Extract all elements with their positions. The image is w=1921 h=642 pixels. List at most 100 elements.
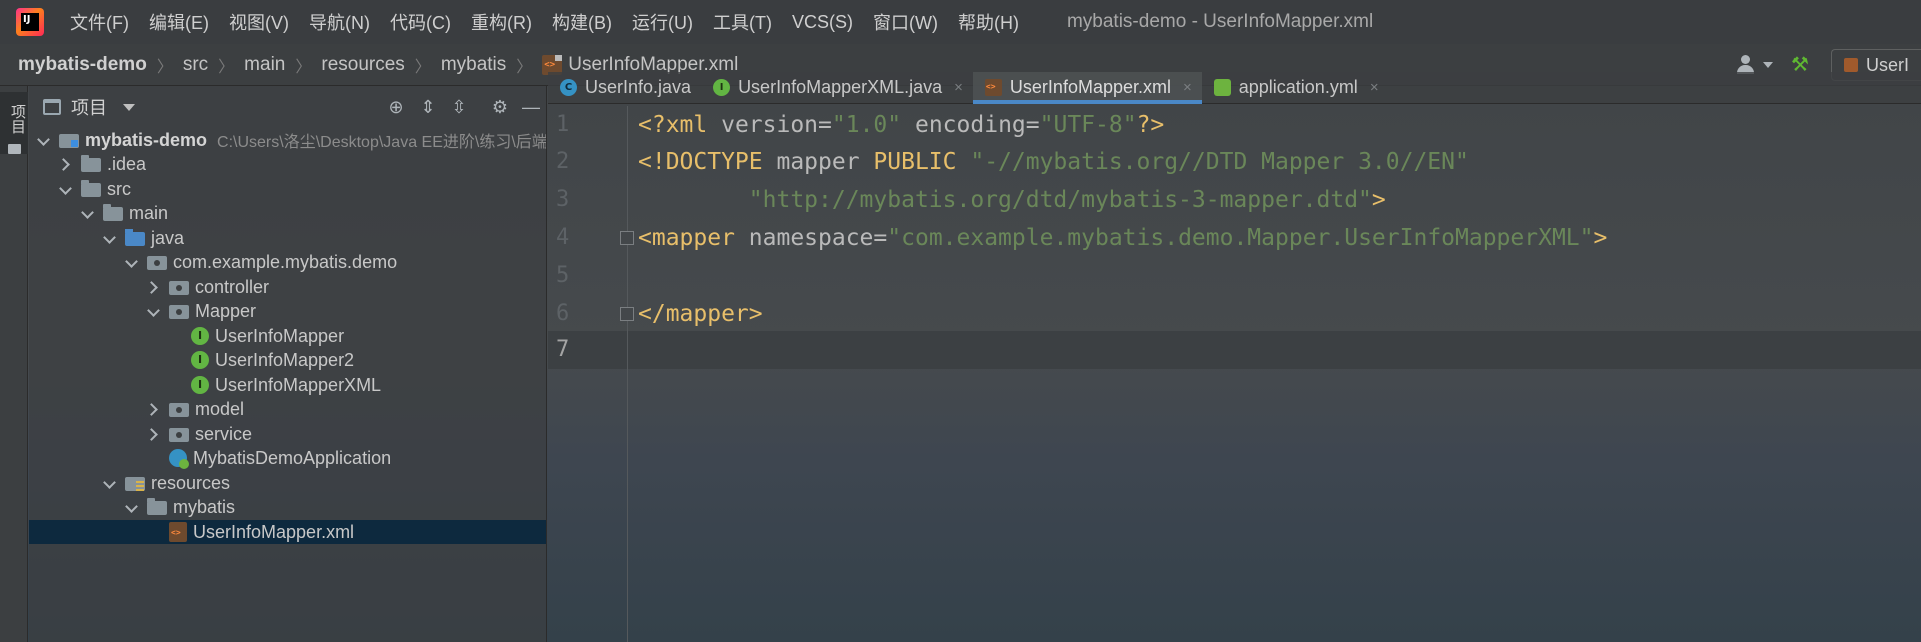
chevron-right-icon[interactable] [147,280,161,294]
tree-item[interactable]: I UserInfoMapperXML [29,373,546,397]
tree-item[interactable]: service [29,422,546,446]
menu-file[interactable]: 文件(F) [70,9,129,35]
code-token: encoding [901,112,1026,138]
interface-icon: I [191,327,209,345]
breadcrumb-src[interactable]: src [183,54,208,76]
chevron-down-icon[interactable] [81,206,95,220]
breadcrumb-separator: 〉 [156,58,173,76]
code-line-6: </mapper> [638,295,763,333]
breadcrumb-separator: 〉 [414,58,431,76]
folder-icon [8,144,21,154]
line-number: 7 [556,337,570,362]
chevron-down-icon[interactable] [59,182,73,196]
breadcrumb-resources[interactable]: resources [321,54,404,76]
chevron-down-icon[interactable] [125,500,139,514]
menu-view[interactable]: 视图(V) [229,9,289,35]
tree-item[interactable]: Mapper [29,299,546,323]
menu-refactor[interactable]: 重构(R) [471,9,532,35]
breadcrumb-project[interactable]: mybatis-demo [18,54,147,76]
tree-item[interactable]: I UserInfoMapper2 [29,348,546,372]
folder-icon [81,180,101,197]
tree-item[interactable]: src [29,177,546,201]
expand-all-icon[interactable]: ⇕ [418,97,438,117]
tree-item[interactable]: com.example.mybatis.demo [29,250,546,274]
code-token: version [707,112,819,138]
chevron-right-icon[interactable] [147,427,161,441]
tree-item[interactable]: java [29,226,546,250]
code-token: mapper [762,149,860,175]
chevron-down-icon[interactable] [103,476,117,490]
menu-build[interactable]: 构建(B) [552,9,612,35]
hide-panel-icon[interactable]: — [521,97,541,117]
tree-item-label: .idea [107,153,147,174]
tab-userinfomapperxml-java[interactable]: I UserInfoMapperXML.java × [701,72,973,103]
tree-item[interactable]: .idea [29,152,546,176]
project-panel-header: 项目 ⊕ ⇕ ⇳ ⚙ — [29,86,546,128]
tree-item[interactable]: mybatis [29,495,546,519]
tree-item[interactable]: MybatisDemoApplication [29,446,546,470]
tab-application-yml[interactable]: application.yml × [1202,72,1389,103]
tree-item[interactable]: resources [29,471,546,495]
menu-edit[interactable]: 编辑(E) [149,9,209,35]
chevron-down-icon[interactable] [37,133,51,147]
menu-navigate[interactable]: 导航(N) [309,9,370,35]
collapse-all-icon[interactable]: ⇳ [449,97,469,117]
close-icon[interactable]: × [1370,79,1379,96]
package-icon [147,256,167,270]
breadcrumb-separator: 〉 [218,58,235,76]
close-icon[interactable]: × [954,79,963,96]
tree-item-label: main [129,202,169,223]
code-line-4: <mapper namespace="com.example.mybatis.d… [638,219,1607,257]
locate-target-icon[interactable]: ⊕ [386,97,406,117]
menu-vcs[interactable]: VCS(S) [792,12,853,33]
tree-item[interactable]: model [29,397,546,421]
code-editor-area[interactable]: 1 2 3 4 5 6 7 <?xml version="1.0" encodi… [548,106,1921,642]
tree-item-selected[interactable]: UserInfoMapper.xml [29,520,546,544]
menu-help[interactable]: 帮助(H) [958,9,1019,35]
close-icon[interactable]: × [1183,79,1192,96]
tab-userinfo-java[interactable]: C UserInfo.java [548,72,701,103]
line-number: 3 [556,187,570,212]
project-tool-window-tab[interactable]: 项目 [0,92,28,154]
line-number-gutter[interactable]: 1 2 3 4 5 6 7 [548,106,628,642]
module-folder-icon [59,134,79,148]
tree-item[interactable]: I UserInfoMapper [29,324,546,348]
tree-item[interactable]: controller [29,275,546,299]
chevron-down-icon[interactable] [1763,62,1773,68]
project-panel-title[interactable]: 项目 [71,94,107,120]
code-token: namespace [734,225,874,251]
tree-item-path: C:\Users\洛尘\Desktop\Java EE进阶\练习\后端代码\r [217,134,547,151]
gear-icon[interactable]: ⚙ [490,97,510,117]
chevron-down-icon[interactable] [103,231,117,245]
chevron-down-icon[interactable] [125,255,139,269]
chevron-down-icon[interactable] [147,304,161,318]
chevron-down-icon[interactable] [123,103,135,111]
chevron-right-icon[interactable] [147,402,161,416]
code-token: "http://mybatis.org/dtd/mybatis-3-mapper… [748,187,1372,213]
menu-window[interactable]: 窗口(W) [873,9,938,35]
breadcrumb-mybatis[interactable]: mybatis [441,54,506,76]
tab-userinfomapper-xml[interactable]: UserInfoMapper.xml × [972,72,1202,104]
menu-run[interactable]: 运行(U) [632,9,693,35]
menu-code[interactable]: 代码(C) [390,9,451,35]
chevron-right-icon[interactable] [59,157,73,171]
intellij-logo-icon[interactable]: IJ [16,8,44,36]
yaml-file-icon [1213,79,1231,96]
code-token: <mapper [638,225,735,251]
project-tool-window-label: 项目 [9,104,26,134]
code-token: = [1025,112,1040,138]
menu-tools[interactable]: 工具(T) [713,9,772,35]
tree-item-label: java [151,227,185,248]
tree-item[interactable]: main [29,201,546,225]
xml-file-icon [984,79,1002,96]
tab-label: UserInfoMapper.xml [1009,77,1171,97]
breadcrumb-main[interactable]: main [244,54,285,76]
code-line-1: <?xml version="1.0" encoding="UTF-8"?> [638,106,1164,144]
window-title: mybatis-demo - UserInfoMapper.xml [1066,11,1374,32]
code-token: "-//mybatis.org//DTD Mapper 3.0//EN" [956,149,1469,175]
tree-item[interactable]: mybatis-demo C:\Users\洛尘\Desktop\Java EE… [29,128,547,152]
code-token: PUBLIC [859,149,957,175]
fold-icon[interactable] [620,231,634,245]
fold-icon[interactable] [620,307,634,321]
breadcrumb-separator: 〉 [516,58,533,76]
